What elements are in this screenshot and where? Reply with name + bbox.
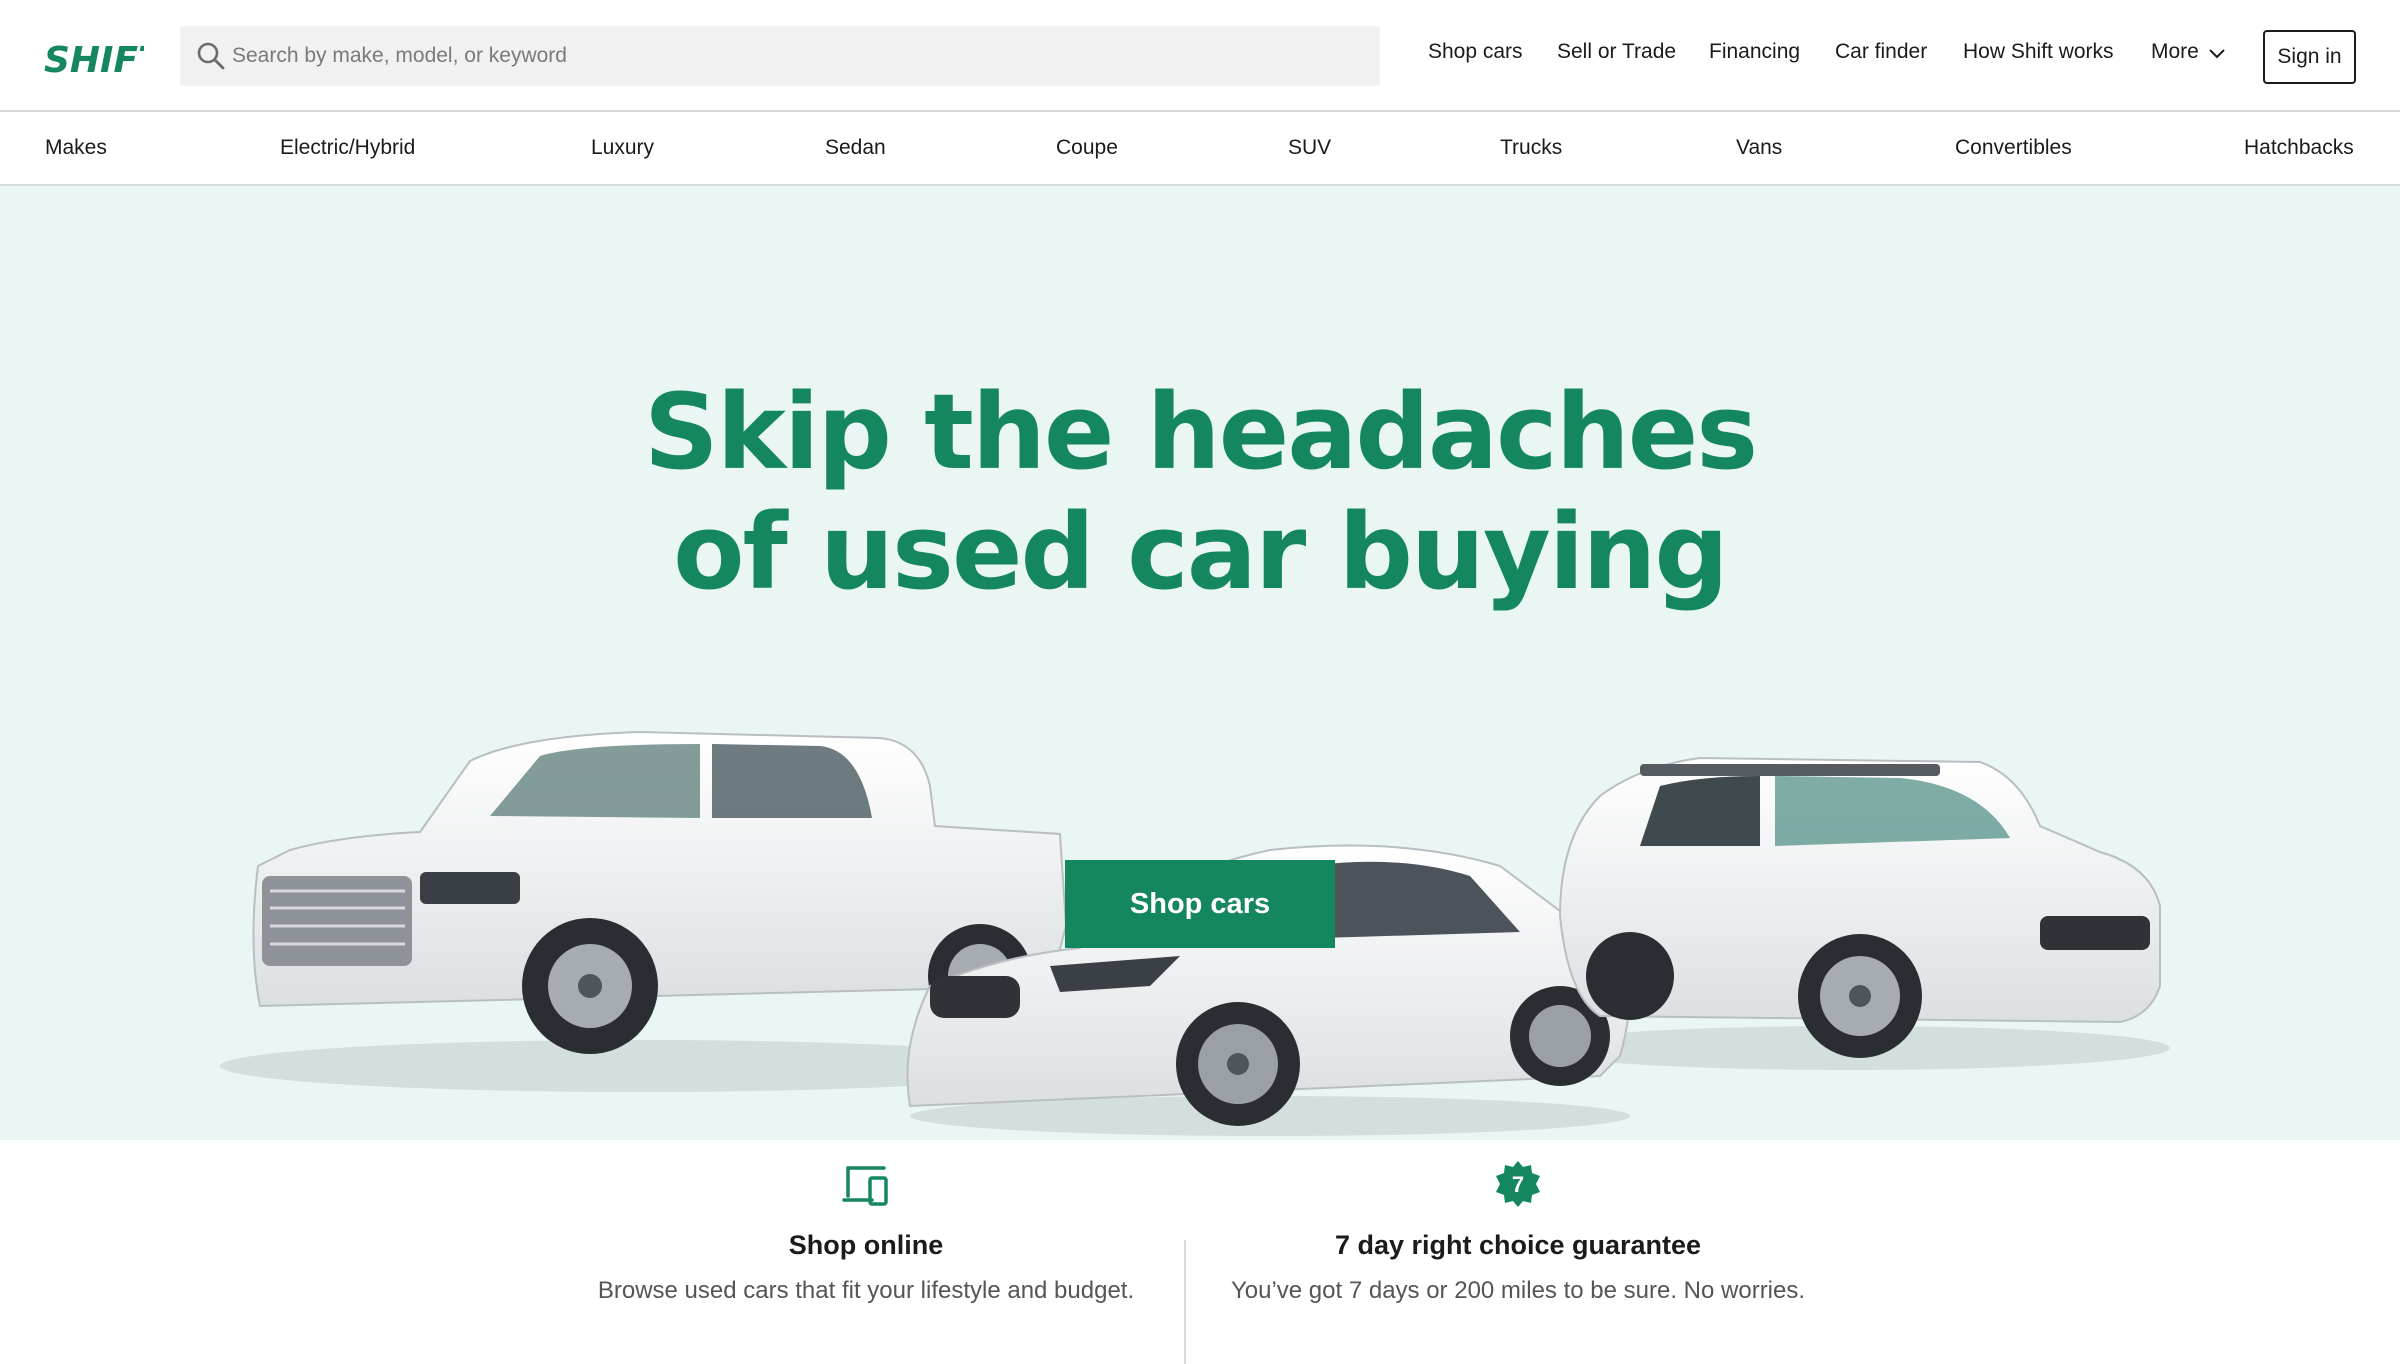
nav-car-finder[interactable]: Car finder	[1835, 40, 1927, 64]
search-input[interactable]	[232, 26, 1362, 86]
shop-cars-button[interactable]: Shop cars	[1065, 860, 1335, 948]
hero-cars-image	[220, 730, 2170, 1136]
feature-description: You’ve got 7 days or 200 miles to be sur…	[1230, 1277, 1806, 1304]
category-hatchbacks[interactable]: Hatchbacks	[2244, 136, 2354, 160]
category-sedan[interactable]: Sedan	[825, 136, 886, 160]
hero-section: Skip the headaches of used car buying Sh…	[0, 186, 2400, 1140]
category-bar: Makes Electric/Hybrid Luxury Sedan Coupe…	[0, 112, 2400, 186]
category-convertibles[interactable]: Convertibles	[1955, 136, 2072, 160]
feature-description: Browse used cars that fit your lifestyle…	[597, 1277, 1135, 1304]
feature-divider	[1184, 1240, 1186, 1364]
category-vans[interactable]: Vans	[1736, 136, 1782, 160]
category-suv[interactable]: SUV	[1288, 136, 1331, 160]
nav-financing[interactable]: Financing	[1709, 40, 1800, 64]
search-bar[interactable]	[180, 26, 1380, 86]
category-trucks[interactable]: Trucks	[1500, 136, 1562, 160]
svg-text:SHIFT: SHIFT	[44, 40, 144, 78]
nav-shop-cars[interactable]: Shop cars	[1428, 40, 1523, 64]
sign-in-button[interactable]: Sign in	[2263, 30, 2356, 84]
nav-more[interactable]: More	[2151, 40, 2199, 64]
shift-logo[interactable]: SHIFT	[44, 34, 144, 78]
svg-text:7: 7	[1512, 1172, 1524, 1197]
suv-car	[1558, 756, 2161, 1058]
nav-how-shift-works[interactable]: How Shift works	[1963, 40, 2114, 64]
category-electric-hybrid[interactable]: Electric/Hybrid	[280, 136, 415, 160]
devices-icon	[842, 1166, 888, 1206]
site-header: SHIFT Shop cars Sell or Trade Financing …	[0, 0, 2400, 112]
search-icon	[197, 42, 225, 70]
category-coupe[interactable]: Coupe	[1056, 136, 1118, 160]
badge-7-icon: 7	[1496, 1161, 1540, 1207]
category-luxury[interactable]: Luxury	[591, 136, 654, 160]
category-makes[interactable]: Makes	[45, 136, 107, 160]
feature-shop-online: Shop online Browse used cars that fit yo…	[556, 1160, 1176, 1305]
chevron-down-icon[interactable]	[2207, 47, 2227, 61]
feature-title: Shop online	[788, 1230, 944, 1260]
feature-7-day-guarantee: 7 7 day right choice guarantee You’ve go…	[1208, 1160, 1828, 1305]
feature-title: 7 day right choice guarantee	[1334, 1230, 1702, 1260]
nav-sell-or-trade[interactable]: Sell or Trade	[1557, 40, 1676, 64]
